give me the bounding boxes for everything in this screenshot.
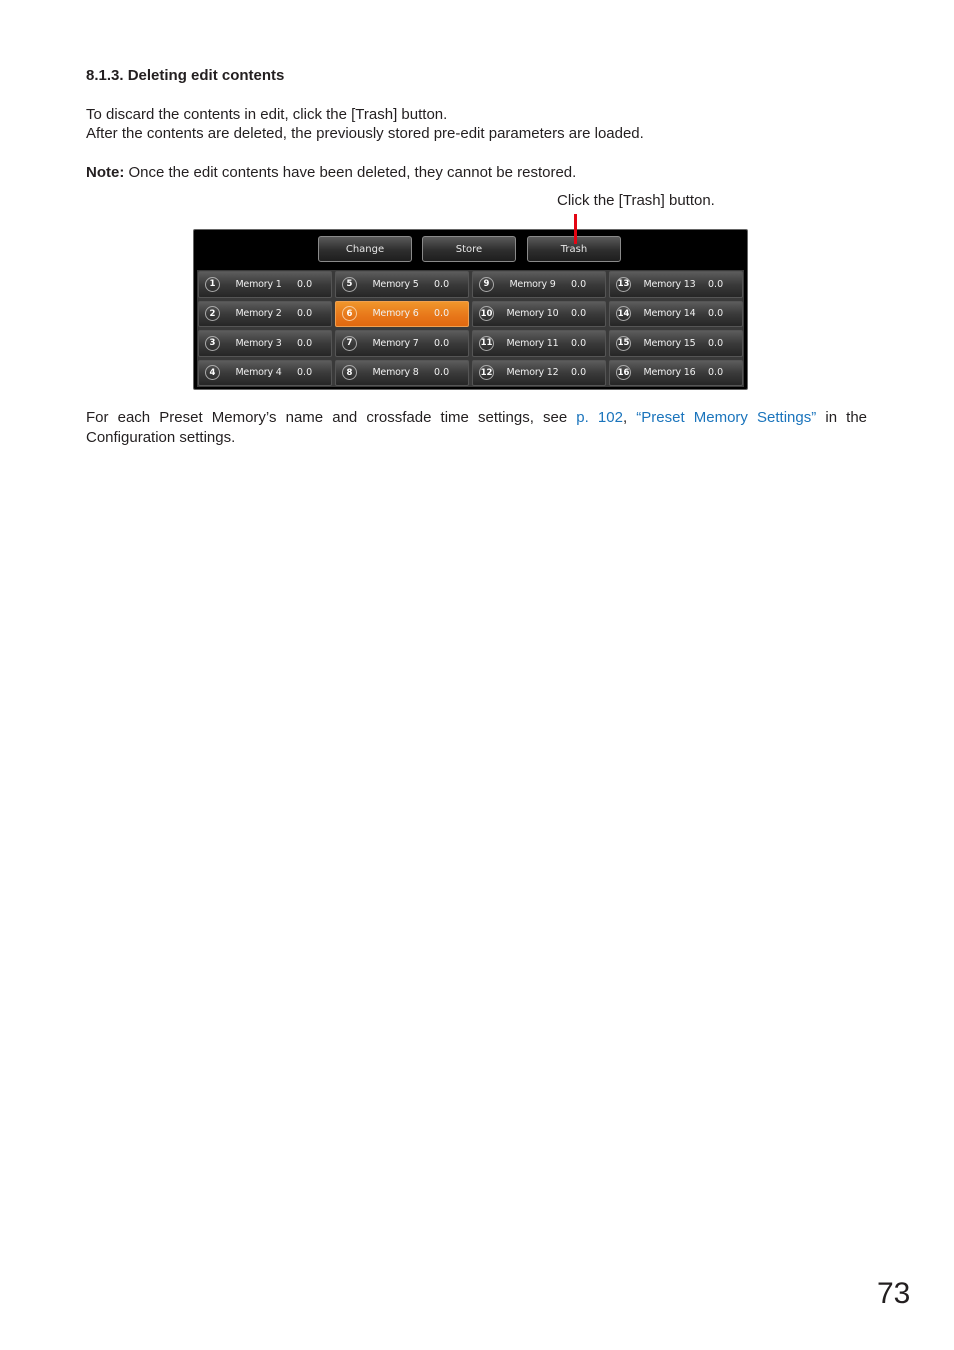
memory-number-badge: 8 (342, 365, 357, 381)
memory-number-badge: 5 (342, 276, 357, 292)
crossfade-time: 0.0 (434, 367, 450, 379)
memory-name: Memory 1 (235, 278, 282, 290)
result-text: After the contents are deleted, the prev… (86, 125, 644, 142)
memory-name: Memory 12 (506, 367, 559, 379)
crossfade-time: 0.0 (571, 367, 587, 379)
crossfade-time: 0.0 (708, 367, 724, 379)
instruction-text: To discard the contents in edit, click t… (86, 106, 448, 123)
memory-number-badge: 12 (479, 365, 494, 381)
memory-number-badge: 13 (616, 276, 631, 292)
memory-button-5[interactable]: 5 Memory 5 0.0 (335, 271, 469, 298)
memory-number-badge: 9 (479, 276, 494, 292)
preset-memory-settings-link[interactable]: “Preset Memory Settings” (636, 409, 816, 426)
memory-number-badge: 2 (205, 306, 220, 322)
memory-number-badge: 4 (205, 365, 220, 381)
memory-name: Memory 10 (506, 308, 559, 320)
memory-button-3[interactable]: 3 Memory 3 0.0 (198, 330, 332, 357)
memory-number-badge: 3 (205, 335, 220, 351)
crossfade-time: 0.0 (708, 308, 724, 320)
memory-button-16[interactable]: 16 Memory 16 0.0 (609, 359, 743, 386)
note-text: Note: Once the edit contents have been d… (86, 163, 576, 182)
memory-name: Memory 4 (235, 367, 282, 379)
callout-pointer (574, 214, 577, 244)
crossfade-time: 0.0 (434, 337, 450, 349)
memory-name: Memory 7 (372, 337, 419, 349)
crossfade-time: 0.0 (297, 367, 313, 379)
crossfade-time: 0.0 (297, 278, 313, 290)
memory-button-8[interactable]: 8 Memory 8 0.0 (335, 359, 469, 386)
memory-name: Memory 13 (643, 278, 696, 290)
memory-number-badge: 14 (616, 306, 631, 322)
memory-button-6[interactable]: 6 Memory 6 0.0 (335, 300, 469, 327)
memory-name: Memory 11 (506, 337, 559, 349)
preset-memory-panel: Change Store Trash 1 Memory 1 0.0 2 Memory 2… (193, 229, 748, 390)
memory-name: Memory 2 (235, 308, 282, 320)
memory-name: Memory 16 (643, 367, 696, 379)
memory-button-1[interactable]: 1 Memory 1 0.0 (198, 271, 332, 298)
page-link[interactable]: p. 102 (576, 409, 623, 426)
crossfade-time: 0.0 (297, 337, 313, 349)
memory-number-badge: 11 (479, 335, 494, 351)
page-number: 73 (877, 1277, 911, 1310)
memory-button-7[interactable]: 7 Memory 7 0.0 (335, 330, 469, 357)
memory-button-9[interactable]: 9 Memory 9 0.0 (472, 271, 606, 298)
memory-number-badge: 6 (342, 306, 357, 322)
change-button[interactable]: Change (318, 236, 412, 262)
memory-number-badge: 10 (479, 306, 494, 322)
memory-name: Memory 15 (643, 337, 696, 349)
crossfade-time: 0.0 (708, 278, 724, 290)
memory-number-badge: 7 (342, 335, 357, 351)
crossfade-time: 0.0 (434, 278, 450, 290)
memory-button-13[interactable]: 13 Memory 13 0.0 (609, 271, 743, 298)
memory-name: Memory 14 (643, 308, 696, 320)
crossfade-time: 0.0 (708, 337, 724, 349)
section-heading: 8.1.3. Deleting edit contents (86, 67, 285, 84)
memory-button-10[interactable]: 10 Memory 10 0.0 (472, 300, 606, 327)
memory-button-4[interactable]: 4 Memory 4 0.0 (198, 359, 332, 386)
memory-name: Memory 9 (509, 278, 556, 290)
crossfade-time: 0.0 (297, 308, 313, 320)
reference-text: For each Preset Memory’s name and crossf… (86, 409, 577, 426)
callout-label: Click the [Trash] button. (557, 192, 715, 209)
memory-grid: 1 Memory 1 0.0 2 Memory 2 0.0 3 Memory 3 0.0 4 Mem… (197, 270, 744, 387)
memory-number-badge: 15 (616, 335, 631, 351)
store-button[interactable]: Store (422, 236, 516, 262)
separator-text: , (622, 409, 637, 426)
memory-name: Memory 3 (235, 337, 282, 349)
memory-name: Memory 8 (372, 367, 419, 379)
memory-number-badge: 1 (205, 276, 220, 292)
crossfade-time: 0.0 (571, 278, 587, 290)
memory-number-badge: 16 (616, 365, 631, 381)
memory-name: Memory 6 (372, 308, 419, 320)
note-body: Once the edit contents have been deleted… (124, 164, 577, 181)
crossfade-time: 0.0 (571, 308, 587, 320)
memory-button-11[interactable]: 11 Memory 11 0.0 (472, 330, 606, 357)
memory-name: Memory 5 (372, 278, 419, 290)
reference-paragraph: For each Preset Memory’s name and crossf… (86, 408, 867, 447)
crossfade-time: 0.0 (571, 337, 587, 349)
memory-button-15[interactable]: 15 Memory 15 0.0 (609, 330, 743, 357)
memory-button-14[interactable]: 14 Memory 14 0.0 (609, 300, 743, 327)
crossfade-time: 0.0 (434, 308, 450, 320)
memory-button-2[interactable]: 2 Memory 2 0.0 (198, 300, 332, 327)
note-label: Note: (86, 164, 125, 181)
memory-button-12[interactable]: 12 Memory 12 0.0 (472, 359, 606, 386)
